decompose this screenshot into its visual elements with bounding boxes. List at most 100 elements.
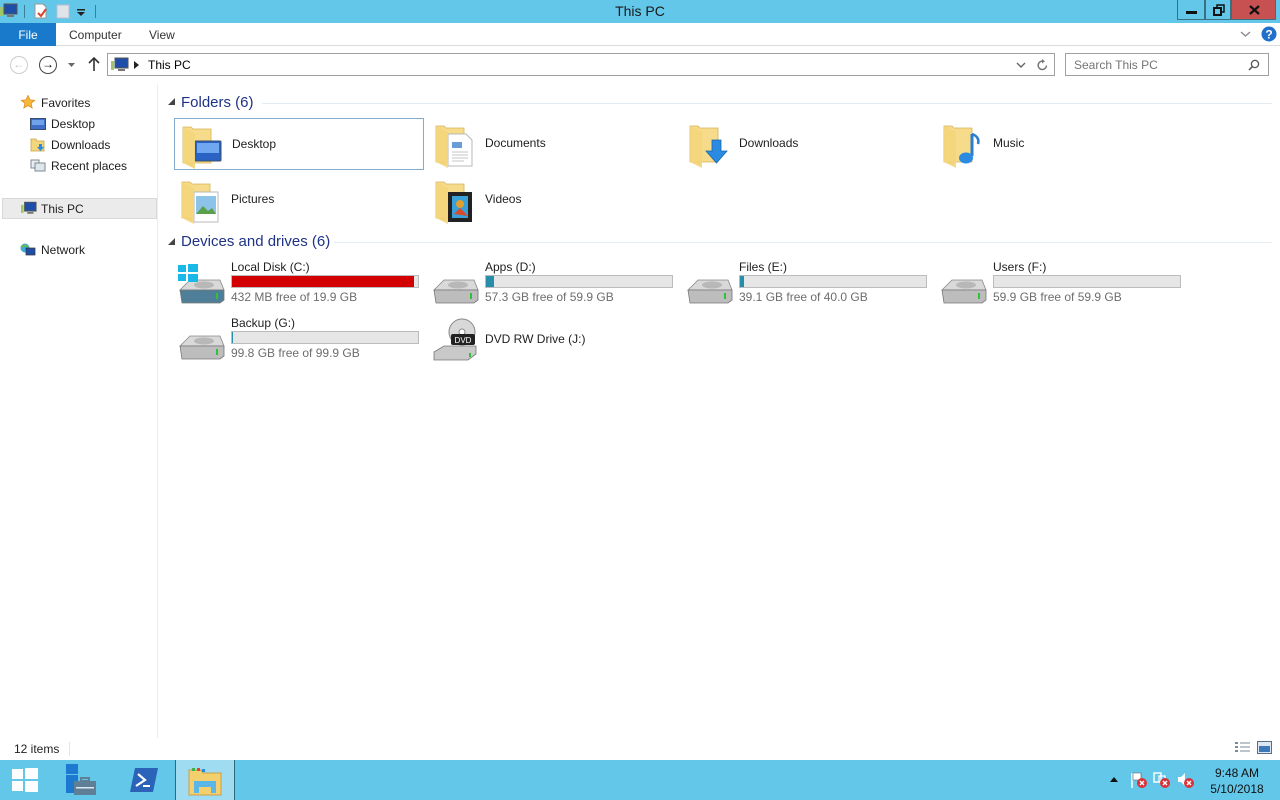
action-center-flag-icon[interactable]	[1130, 772, 1148, 789]
nav-favorites[interactable]: Favorites	[20, 93, 90, 113]
tab-computer[interactable]: Computer	[69, 23, 122, 46]
desktop-icon	[30, 118, 46, 130]
drive-apps-d[interactable]: Apps (D:) 57.3 GB free of 59.9 GB	[428, 260, 678, 312]
dvd-drive-icon: DVD	[433, 318, 477, 361]
large-icons-view-icon[interactable]	[1257, 741, 1272, 754]
drive-dvd-rw-drive-j[interactable]: DVD DVD RW Drive (J:)	[428, 316, 678, 368]
search-input[interactable]	[1074, 57, 1244, 73]
drive-usage-fill	[486, 276, 494, 287]
folders-section-header[interactable]: Folders (6)	[181, 94, 254, 111]
recent-locations-dropdown-icon[interactable]	[67, 62, 76, 68]
file-explorer-icon	[188, 768, 222, 796]
drive-free-space: 57.3 GB free of 59.9 GB	[485, 290, 614, 304]
forward-button[interactable]: →	[39, 56, 57, 74]
drive-label: Users (F:)	[993, 260, 1047, 274]
drive-free-space: 99.8 GB free of 99.9 GB	[231, 346, 360, 360]
address-dropdown-icon[interactable]	[1016, 62, 1026, 69]
collapse-folders-icon[interactable]	[168, 98, 175, 105]
folder-label: Downloads	[739, 136, 799, 150]
taskbar-server-manager[interactable]	[58, 760, 116, 800]
folder-desktop[interactable]: Desktop	[174, 118, 424, 170]
folder-videos[interactable]: Videos	[428, 174, 678, 226]
search-icon[interactable]	[1248, 59, 1260, 71]
powershell-icon	[130, 768, 158, 792]
nav-favorite-desktop[interactable]: Desktop	[30, 114, 95, 134]
server-manager-icon	[66, 764, 96, 795]
back-arrow-icon: ←	[13, 57, 25, 71]
breadcrumb-this-pc[interactable]: This PC	[148, 58, 191, 72]
folder-documents[interactable]: Documents	[428, 118, 678, 170]
status-divider	[69, 742, 70, 756]
drive-label: Local Disk (C:)	[231, 260, 310, 274]
nav-network-label: Network	[41, 243, 86, 257]
pictures-folder-icon	[181, 181, 219, 224]
drive-usage-bar	[485, 275, 673, 288]
videos-folder-icon	[435, 181, 472, 224]
nav-favorites-label: Favorites	[41, 96, 91, 110]
back-button[interactable]: ←	[10, 56, 28, 74]
drive-local-disk-c[interactable]: Local Disk (C:) 432 MB free of 19.9 GB	[174, 260, 424, 312]
nav-favorite-recent-places[interactable]: Recent places	[30, 156, 127, 176]
minimize-button[interactable]	[1177, 0, 1205, 20]
taskbar-file-explorer[interactable]	[175, 760, 235, 800]
drives-section-divider	[334, 242, 1272, 243]
close-icon	[1249, 5, 1260, 15]
show-hidden-icons-icon[interactable]	[1110, 777, 1118, 782]
hard-drive-icon	[941, 279, 987, 304]
hard-drive-icon	[687, 279, 733, 304]
svg-text:?: ?	[1265, 28, 1272, 42]
drive-free-space: 432 MB free of 19.9 GB	[231, 290, 358, 304]
tab-file[interactable]: File	[0, 23, 56, 46]
recent-places-icon	[30, 159, 46, 172]
drives-section-header[interactable]: Devices and drives (6)	[181, 233, 330, 250]
drive-usage-bar	[231, 331, 419, 344]
svg-text:DVD: DVD	[455, 336, 472, 345]
up-arrow-icon[interactable]	[88, 57, 100, 72]
folder-pictures[interactable]: Pictures	[174, 174, 424, 226]
folder-label: Desktop	[232, 137, 277, 151]
close-button[interactable]	[1231, 0, 1276, 20]
nav-favorite-downloads[interactable]: Downloads	[30, 135, 110, 155]
network-status-icon[interactable]	[1153, 772, 1171, 789]
breadcrumb-chevron-icon[interactable]	[134, 61, 139, 69]
downloads-folder-icon	[30, 138, 45, 152]
this-pc-icon	[21, 201, 37, 214]
windows-system-drive-icon	[178, 264, 198, 282]
restore-button[interactable]	[1205, 0, 1231, 20]
taskbar-clock[interactable]: 9:48 AM 5/10/2018	[1204, 765, 1270, 797]
ribbon: File Computer View ?	[0, 23, 1280, 46]
details-view-icon[interactable]	[1235, 741, 1250, 754]
volume-muted-icon[interactable]	[1177, 772, 1195, 789]
downloads-folder-icon	[689, 125, 728, 168]
clock-time: 9:48 AM	[1214, 766, 1260, 780]
taskbar-powershell[interactable]	[116, 760, 174, 800]
address-bar[interactable]: This PC	[107, 53, 1055, 76]
folder-downloads[interactable]: Downloads	[682, 118, 932, 170]
nav-favorite-downloads-label: Downloads	[51, 138, 111, 152]
help-icon[interactable]: ?	[1261, 26, 1277, 42]
drive-backup-g[interactable]: Backup (G:) 99.8 GB free of 99.9 GB	[174, 316, 424, 368]
music-folder-icon	[943, 125, 980, 168]
folder-music[interactable]: Music	[936, 118, 1186, 170]
expand-ribbon-icon[interactable]	[1240, 30, 1251, 38]
nav-this-pc[interactable]: This PC	[2, 198, 157, 219]
tab-view[interactable]: View	[149, 23, 175, 46]
windows-logo-icon	[12, 768, 38, 792]
forward-arrow-icon: →	[42, 57, 54, 71]
hard-drive-icon	[179, 335, 225, 360]
desktop-folder-icon	[182, 126, 222, 169]
drive-usage-fill	[740, 276, 745, 287]
nav-network[interactable]: Network	[20, 240, 85, 260]
start-button[interactable]	[0, 760, 58, 800]
folder-label: Videos	[485, 192, 522, 206]
drive-users-f[interactable]: Users (F:) 59.9 GB free of 59.9 GB	[936, 260, 1186, 312]
drive-files-e[interactable]: Files (E:) 39.1 GB free of 40.0 GB	[682, 260, 932, 312]
search-box[interactable]	[1065, 53, 1269, 76]
nav-favorite-desktop-label: Desktop	[51, 117, 96, 131]
collapse-drives-icon[interactable]	[168, 238, 175, 245]
folder-label: Pictures	[231, 192, 275, 206]
drive-usage-bar	[993, 275, 1181, 288]
title-bar: This PC	[0, 0, 1280, 23]
status-bar: 12 items	[0, 738, 1280, 760]
refresh-icon[interactable]	[1036, 58, 1049, 72]
